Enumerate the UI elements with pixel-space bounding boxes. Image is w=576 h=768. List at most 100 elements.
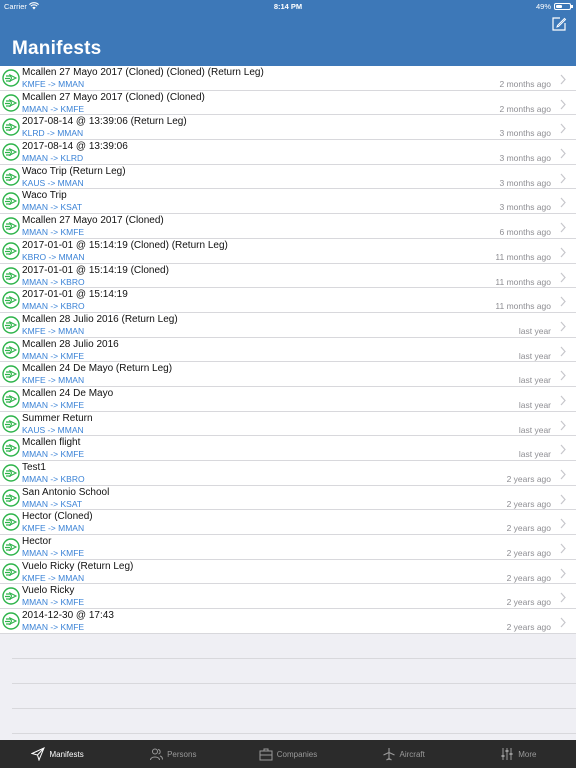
navigation-header: Carrier 8:14 PM 49% Manifests xyxy=(0,0,576,66)
manifest-title: Summer Return xyxy=(22,412,93,424)
chevron-right-icon xyxy=(560,516,566,529)
manifest-time: 2 months ago xyxy=(499,103,551,114)
manifest-title: Mcallen 24 De Mayo xyxy=(22,387,114,399)
manifest-icon xyxy=(2,242,20,260)
compose-icon[interactable] xyxy=(551,16,567,32)
chevron-right-icon xyxy=(560,418,566,431)
manifest-icon xyxy=(2,365,20,383)
manifest-title: Mcallen 28 Julio 2016 xyxy=(22,338,119,350)
manifest-icon xyxy=(2,69,20,87)
manifest-row[interactable]: Vuelo Ricky (Return Leg) KMFE -> MMAN 2 … xyxy=(0,560,576,585)
manifest-row[interactable]: 2017-01-01 @ 15:14:19 (Cloned) (Return L… xyxy=(0,239,576,264)
manifest-route: MMAN -> KBRO xyxy=(22,474,85,484)
manifest-row[interactable]: 2017-01-01 @ 15:14:19 MMAN -> KBRO 11 mo… xyxy=(0,288,576,313)
manifest-title: 2017-01-01 @ 15:14:19 (Cloned) (Return L… xyxy=(22,239,228,251)
manifest-route: MMAN -> KMFE xyxy=(22,449,85,460)
manifest-title: 2017-01-01 @ 15:14:19 (Cloned) xyxy=(22,264,169,276)
manifest-row[interactable]: Waco Trip (Return Leg) KAUS -> MMAN 3 mo… xyxy=(0,165,576,190)
manifest-route: KAUS -> MMAN xyxy=(22,177,84,188)
manifest-row[interactable]: San Antonio School MMAN -> KSAT 2 years … xyxy=(0,486,576,511)
chevron-right-icon xyxy=(560,270,566,282)
manifest-row[interactable]: 2017-08-14 @ 13:39:06 MMAN -> KLRD 3 mon… xyxy=(0,140,576,165)
manifest-row[interactable]: Mcallen 28 Julio 2016 (Return Leg) KMFE … xyxy=(0,313,576,338)
manifest-title: Mcallen 27 Mayo 2017 (Cloned) xyxy=(22,215,164,227)
airplane-icon xyxy=(382,747,400,761)
manifest-row[interactable]: Hector MMAN -> KMFE 2 years ago xyxy=(0,535,576,560)
manifest-icon xyxy=(2,390,20,408)
manifest-route: MMAN -> KBRO xyxy=(22,301,85,312)
manifest-route: KLRD -> MMAN xyxy=(22,128,84,139)
manifest-row[interactable]: 2017-01-01 @ 15:14:19 (Cloned) MMAN -> K… xyxy=(0,264,576,289)
manifest-time: last year xyxy=(518,375,551,386)
manifest-time: 2 months ago xyxy=(499,79,551,89)
manifest-icon xyxy=(2,587,20,606)
manifest-row[interactable]: Vuelo Ricky MMAN -> KMFE 2 years ago xyxy=(0,584,576,610)
chevron-right-icon xyxy=(560,319,566,332)
battery-icon xyxy=(554,3,571,10)
tab-persons[interactable]: Persons xyxy=(115,740,230,768)
chevron-right-icon xyxy=(560,294,566,307)
manifest-icon xyxy=(2,612,20,630)
manifest-icon xyxy=(2,513,20,532)
manifest-icon xyxy=(2,563,20,581)
manifest-time: 2 years ago xyxy=(506,523,551,534)
manifest-route: KAUS -> MMAN xyxy=(22,424,84,435)
manifest-row[interactable]: Mcallen 24 De Mayo (Return Leg) KMFE -> … xyxy=(0,362,576,387)
status-time: 8:14 PM xyxy=(273,2,303,11)
manifest-title: Mcallen 24 De Mayo (Return Leg) xyxy=(22,363,173,375)
manifest-title: Vuelo Ricky xyxy=(22,585,75,597)
manifest-row[interactable]: 2014-12-30 @ 17:43 MMAN -> KMFE 2 years … xyxy=(0,609,576,634)
page-title: Manifests xyxy=(12,38,102,59)
manifest-time: 3 months ago xyxy=(499,177,551,188)
manifest-icon xyxy=(2,414,20,433)
tab-label: Companies xyxy=(276,749,318,759)
manifest-time: 3 months ago xyxy=(499,128,551,139)
manifest-title: Waco Trip (Return Leg) xyxy=(22,165,126,177)
manifest-time: last year xyxy=(518,424,551,435)
chevron-right-icon xyxy=(560,590,566,603)
battery-nub xyxy=(571,5,573,8)
manifest-row[interactable]: Hector (Cloned) KMFE -> MMAN 2 years ago xyxy=(0,510,576,536)
battery-percentage: 49% xyxy=(535,2,551,11)
manifest-route: MMAN -> KMFE xyxy=(22,103,85,114)
manifest-route: MMAN -> KMFE xyxy=(22,399,85,410)
tab-label: More xyxy=(518,749,537,759)
tab-label: Manifests xyxy=(49,749,84,759)
manifest-row[interactable]: Test1 MMAN -> KBRO 2 years ago xyxy=(0,461,576,486)
manifest-row[interactable]: Mcallen 27 Mayo 2017 (Cloned) (Cloned) M… xyxy=(0,91,576,116)
manifest-title: San Antonio School xyxy=(22,486,110,498)
chevron-right-icon xyxy=(560,566,566,579)
manifest-title: Mcallen 27 Mayo 2017 (Cloned) (Cloned) (… xyxy=(22,67,264,78)
manifest-time: 6 months ago xyxy=(499,227,551,238)
manifest-title: 2017-01-01 @ 15:14:19 xyxy=(22,289,128,301)
manifest-row[interactable]: Waco Trip MMAN -> KSAT 3 months ago xyxy=(0,189,576,215)
manifest-route: MMAN -> KSAT xyxy=(22,202,83,213)
manifest-icon xyxy=(2,538,20,556)
manifest-row[interactable]: 2017-08-14 @ 13:39:06 (Return Leg) KLRD … xyxy=(0,115,576,141)
manifest-row[interactable]: Mcallen 24 De Mayo MMAN -> KMFE last yea… xyxy=(0,387,576,412)
chevron-right-icon xyxy=(560,393,566,406)
chevron-right-icon xyxy=(560,146,566,159)
tab-bar: Manifests Persons Companies Aircraft Mor… xyxy=(0,740,576,768)
tab-more[interactable]: More xyxy=(461,740,576,768)
chevron-right-icon xyxy=(560,541,566,554)
manifest-title: 2014-12-30 @ 17:43 xyxy=(22,610,114,622)
manifest-row[interactable]: Mcallen 27 Mayo 2017 (Cloned) MMAN -> KM… xyxy=(0,214,576,239)
manifest-route: MMAN -> KBRO xyxy=(22,276,85,287)
manifest-time: 2 years ago xyxy=(506,498,551,509)
manifest-route: KMFE -> MMAN xyxy=(22,523,85,534)
manifest-route: MMAN -> KMFE xyxy=(22,350,85,361)
manifest-row[interactable]: Mcallen 27 Mayo 2017 (Cloned) (Cloned) (… xyxy=(0,66,576,91)
manifest-icon xyxy=(2,266,20,285)
manifest-icon xyxy=(2,439,20,458)
tab-companies[interactable]: Companies xyxy=(230,740,345,768)
manifest-time: 11 months ago xyxy=(495,301,551,312)
manifest-row[interactable]: Mcallen 28 Julio 2016 MMAN -> KMFE last … xyxy=(0,338,576,363)
tab-aircraft[interactable]: Aircraft xyxy=(346,740,461,768)
manifest-row[interactable]: Summer Return KAUS -> MMAN last year xyxy=(0,412,576,437)
manifest-route: MMAN -> KMFE xyxy=(22,227,85,238)
manifest-time: 3 months ago xyxy=(499,202,551,213)
manifest-row[interactable]: Mcallen flight MMAN -> KMFE last year xyxy=(0,436,576,461)
tab-manifests[interactable]: Manifests xyxy=(0,740,115,768)
manifest-time: 2 years ago xyxy=(506,474,551,484)
